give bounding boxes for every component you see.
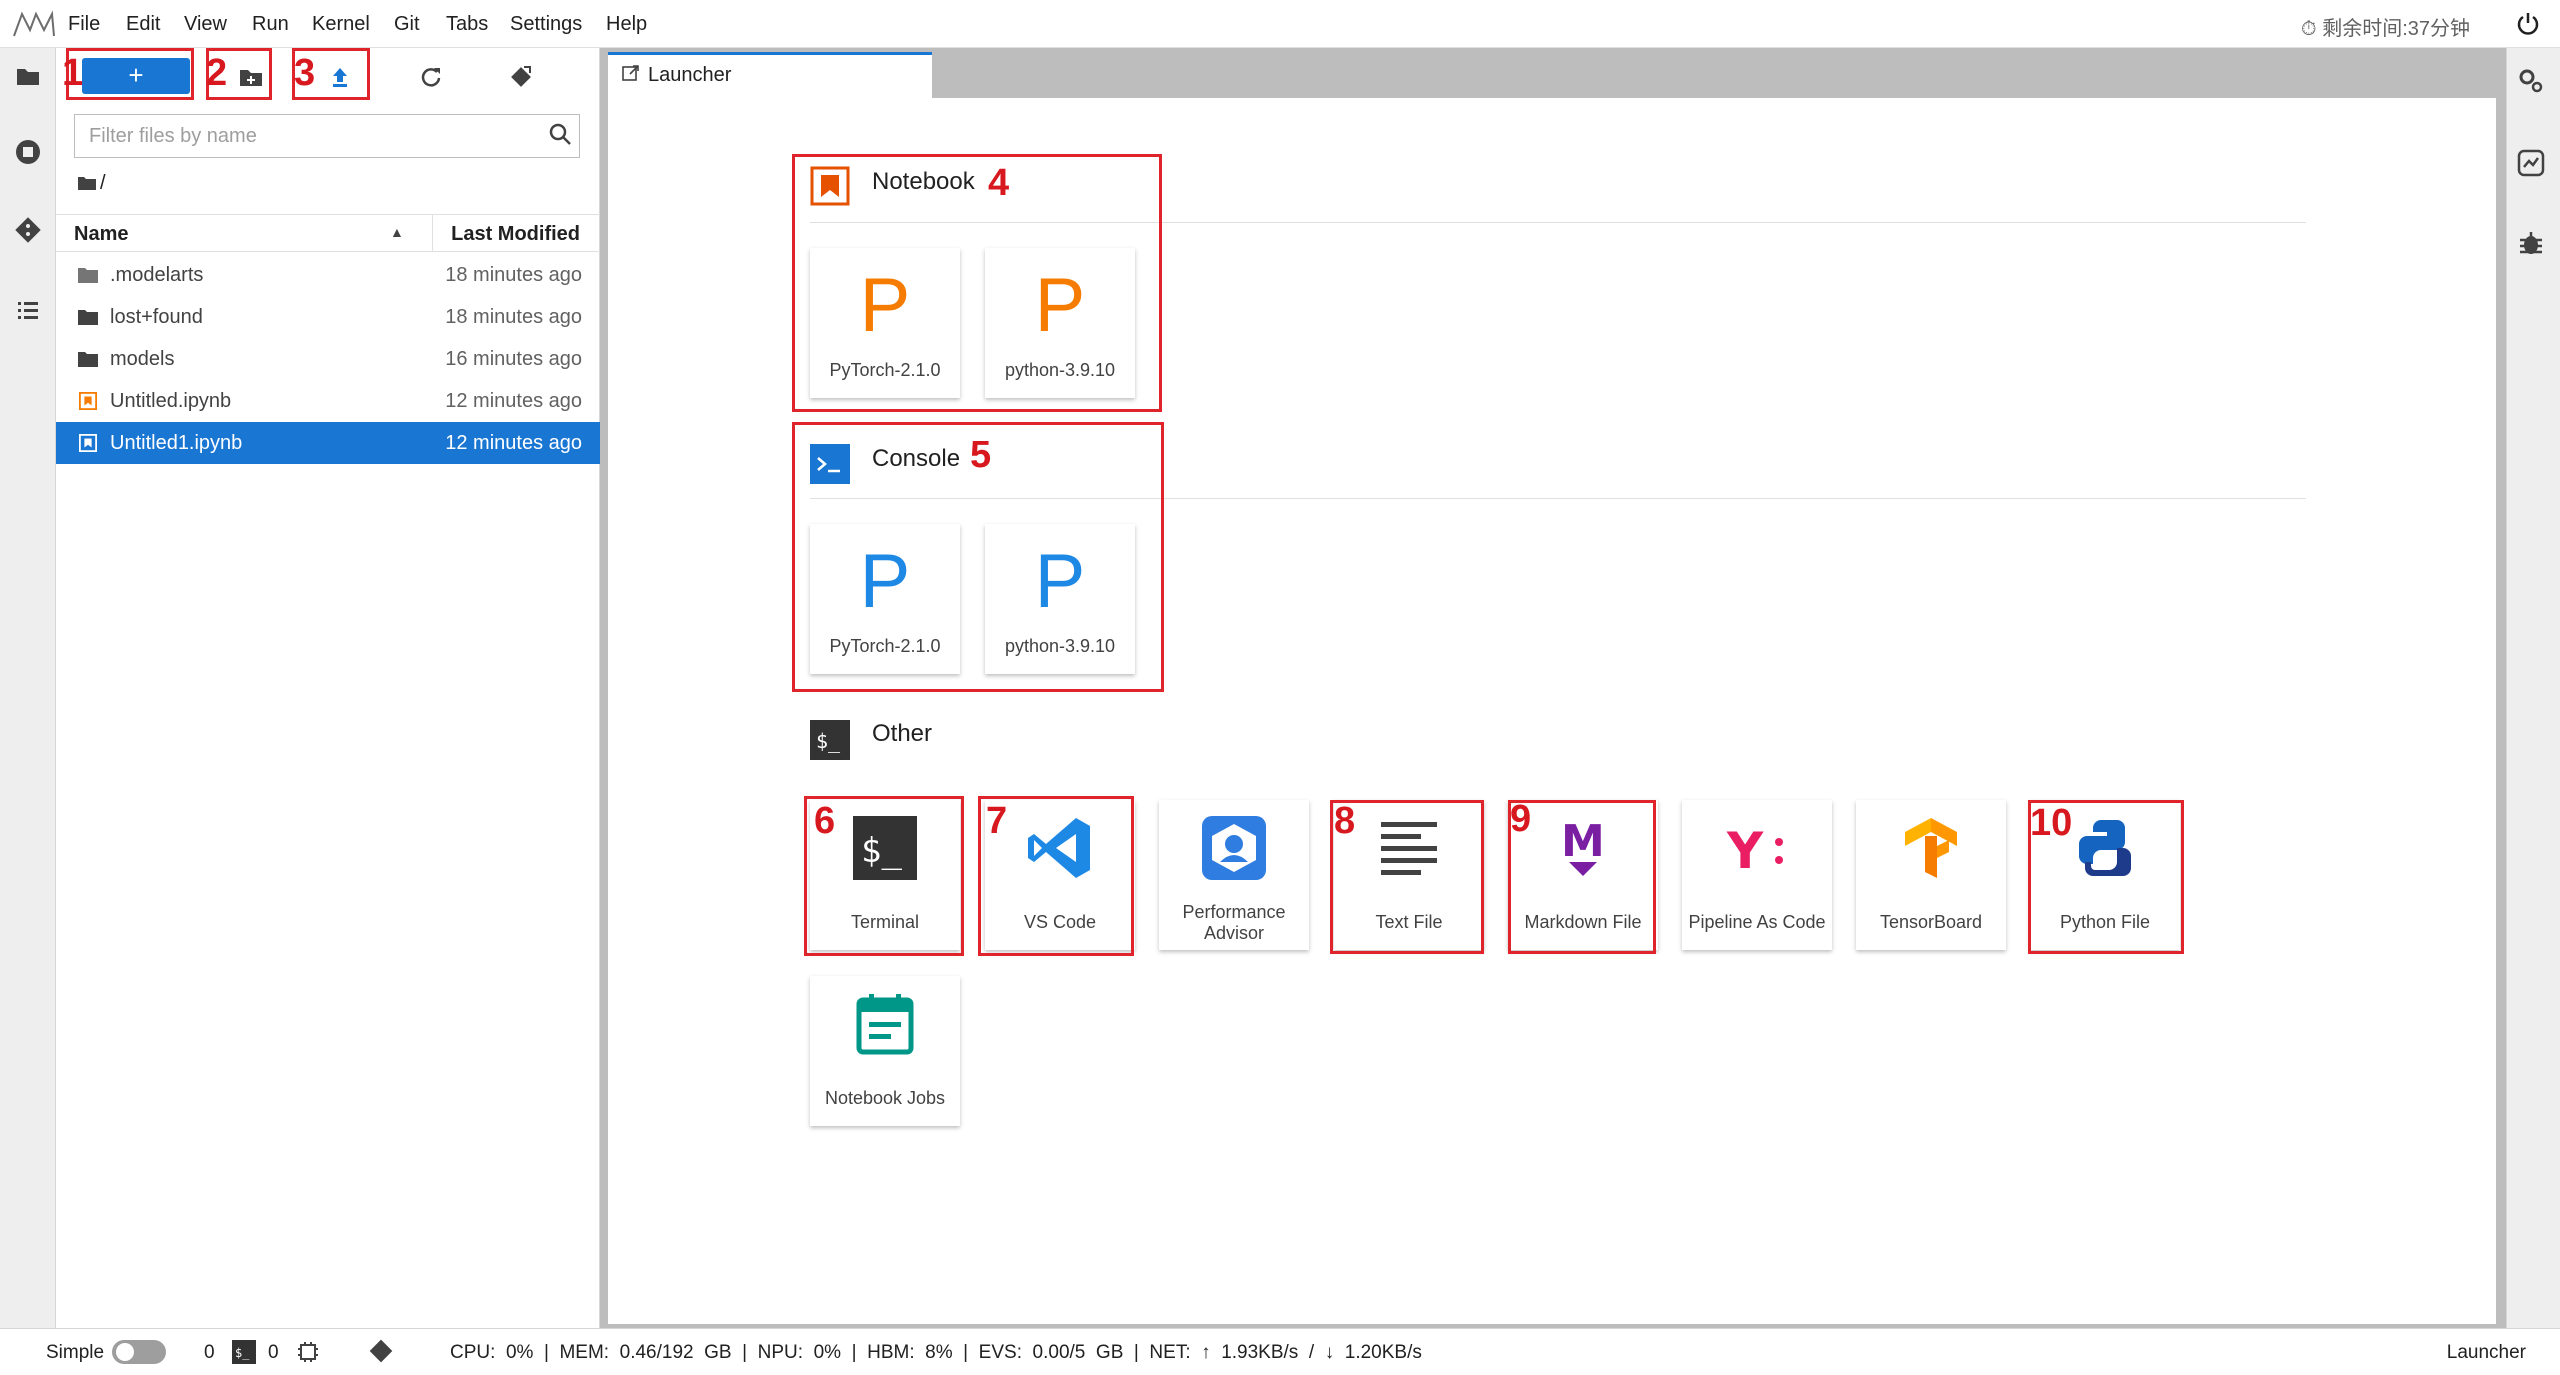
menu-git[interactable]: Git: [394, 13, 420, 36]
column-divider: [432, 214, 433, 252]
notebook-jobs-icon: [856, 994, 914, 1055]
menu-run[interactable]: Run: [252, 13, 289, 36]
toggle-knob: [116, 1343, 134, 1361]
menu-kernel[interactable]: Kernel: [312, 13, 370, 36]
power-icon[interactable]: [2514, 10, 2542, 38]
other-section-icon: $_: [810, 720, 850, 760]
folder-icon: [78, 268, 98, 283]
file-name: models: [110, 348, 175, 370]
terminal-count: 0: [204, 1342, 215, 1363]
card-label: Performance Advisor: [1182, 902, 1286, 943]
card-label: TensorBoard: [1879, 912, 1983, 932]
notebook-jobs-card[interactable]: Notebook Jobs: [810, 976, 960, 1126]
annotation-number-1: 1: [62, 52, 84, 94]
annotation-number-10: 10: [2030, 802, 2073, 844]
file-row-lost-found[interactable]: lost+found 18 minutes ago: [56, 296, 600, 338]
git-status-icon[interactable]: [368, 1338, 394, 1364]
menu-bar: File Edit View Run Kernel Git Tabs Setti…: [0, 0, 2560, 48]
kernel-status-icon[interactable]: [296, 1340, 320, 1364]
search-icon: [549, 123, 571, 145]
performance-advisor-icon: [1202, 816, 1266, 880]
other-section-title: Other: [872, 720, 933, 747]
folder-icon: [78, 352, 98, 367]
svg-text:Y: Y: [1726, 822, 1764, 880]
remaining-time-label: ⏱ 剩余时间:37分钟: [2301, 18, 2470, 40]
card-label: Pipeline As Code: [1688, 912, 1826, 932]
refresh-icon[interactable]: [418, 64, 444, 90]
file-row-untitled[interactable]: Untitled.ipynb 12 minutes ago: [56, 380, 600, 422]
terminal-status-icon[interactable]: $_: [232, 1340, 256, 1364]
file-modified: 18 minutes ago: [445, 264, 582, 286]
file-row-models[interactable]: models 16 minutes ago: [56, 338, 600, 380]
column-name-header[interactable]: Name: [74, 223, 128, 246]
tensorboard-card[interactable]: TensorBoard: [1856, 800, 2006, 950]
file-row-modelarts[interactable]: .modelarts 18 minutes ago: [56, 254, 600, 296]
simple-mode-label: Simple: [46, 1342, 105, 1363]
menu-help[interactable]: Help: [606, 13, 647, 36]
annotation-number-3: 3: [294, 52, 316, 94]
svg-text:$_: $_: [816, 729, 841, 753]
annotation-number-5: 5: [970, 434, 992, 476]
filter-files-input[interactable]: Filter files by name: [74, 114, 580, 158]
notebook-icon: [79, 434, 97, 452]
git-clone-icon[interactable]: [508, 64, 534, 90]
tab-label: Launcher: [648, 64, 732, 86]
file-modified: 12 minutes ago: [445, 390, 582, 412]
annotation-number-8: 8: [1334, 800, 1356, 842]
annotation-box-4: [792, 154, 1162, 412]
file-name: Untitled.ipynb: [110, 390, 232, 412]
tensorboard-icon: [1905, 818, 1957, 878]
file-row-untitled1-selected[interactable]: Untitled1.ipynb 12 minutes ago: [56, 422, 600, 464]
svg-text:$_: $_: [235, 1346, 250, 1360]
folder-icon: [78, 310, 98, 325]
file-modified: 18 minutes ago: [445, 306, 582, 328]
file-modified: 16 minutes ago: [445, 348, 582, 370]
pipeline-as-code-card[interactable]: Y Pipeline As Code: [1682, 800, 1832, 950]
menu-view[interactable]: View: [184, 13, 227, 36]
launcher-tab-icon: [622, 65, 639, 81]
file-modified: 12 minutes ago: [445, 432, 582, 454]
file-name: lost+found: [110, 306, 203, 328]
annotation-number-2: 2: [206, 52, 228, 94]
menu-edit[interactable]: Edit: [126, 13, 160, 36]
menu-settings[interactable]: Settings: [510, 13, 582, 36]
kernel-count: 0: [268, 1342, 279, 1363]
annotation-number-4: 4: [988, 162, 1010, 204]
column-modified-header[interactable]: Last Modified: [451, 223, 580, 246]
breadcrumb-folder-icon[interactable]: [78, 176, 96, 190]
annotation-number-6: 6: [814, 800, 836, 842]
breadcrumb[interactable]: /: [100, 172, 106, 195]
running-terminals-icon[interactable]: [14, 138, 42, 166]
folder-icon[interactable]: [14, 62, 42, 90]
table-of-contents-icon[interactable]: [14, 296, 42, 324]
file-name: .modelarts: [110, 264, 204, 286]
sort-ascending-icon[interactable]: ▲: [390, 224, 404, 240]
annotation-box-1: [66, 48, 194, 100]
file-name: Untitled1.ipynb: [110, 432, 243, 454]
annotation-number-7: 7: [986, 800, 1008, 842]
menu-tabs[interactable]: Tabs: [446, 13, 488, 36]
card-label: Notebook Jobs: [824, 1088, 946, 1108]
debugger-icon[interactable]: [2516, 228, 2546, 258]
performance-advisor-card[interactable]: Performance Advisor: [1159, 800, 1309, 950]
resource-usage: CPU: 0% | MEM: 0.46/192 GB | NPU: 0% | H…: [450, 1342, 1422, 1363]
annotation-number-9: 9: [1510, 798, 1532, 840]
property-inspector-icon[interactable]: [2516, 66, 2546, 96]
resource-monitor-icon[interactable]: [2516, 148, 2546, 178]
app-logo-icon: [13, 10, 55, 37]
notebook-icon: [79, 392, 97, 410]
pipeline-icon: Y: [1726, 822, 1783, 880]
git-icon[interactable]: [14, 216, 42, 244]
menu-file[interactable]: File: [68, 13, 100, 36]
current-activity: Launcher: [2446, 1342, 2526, 1363]
